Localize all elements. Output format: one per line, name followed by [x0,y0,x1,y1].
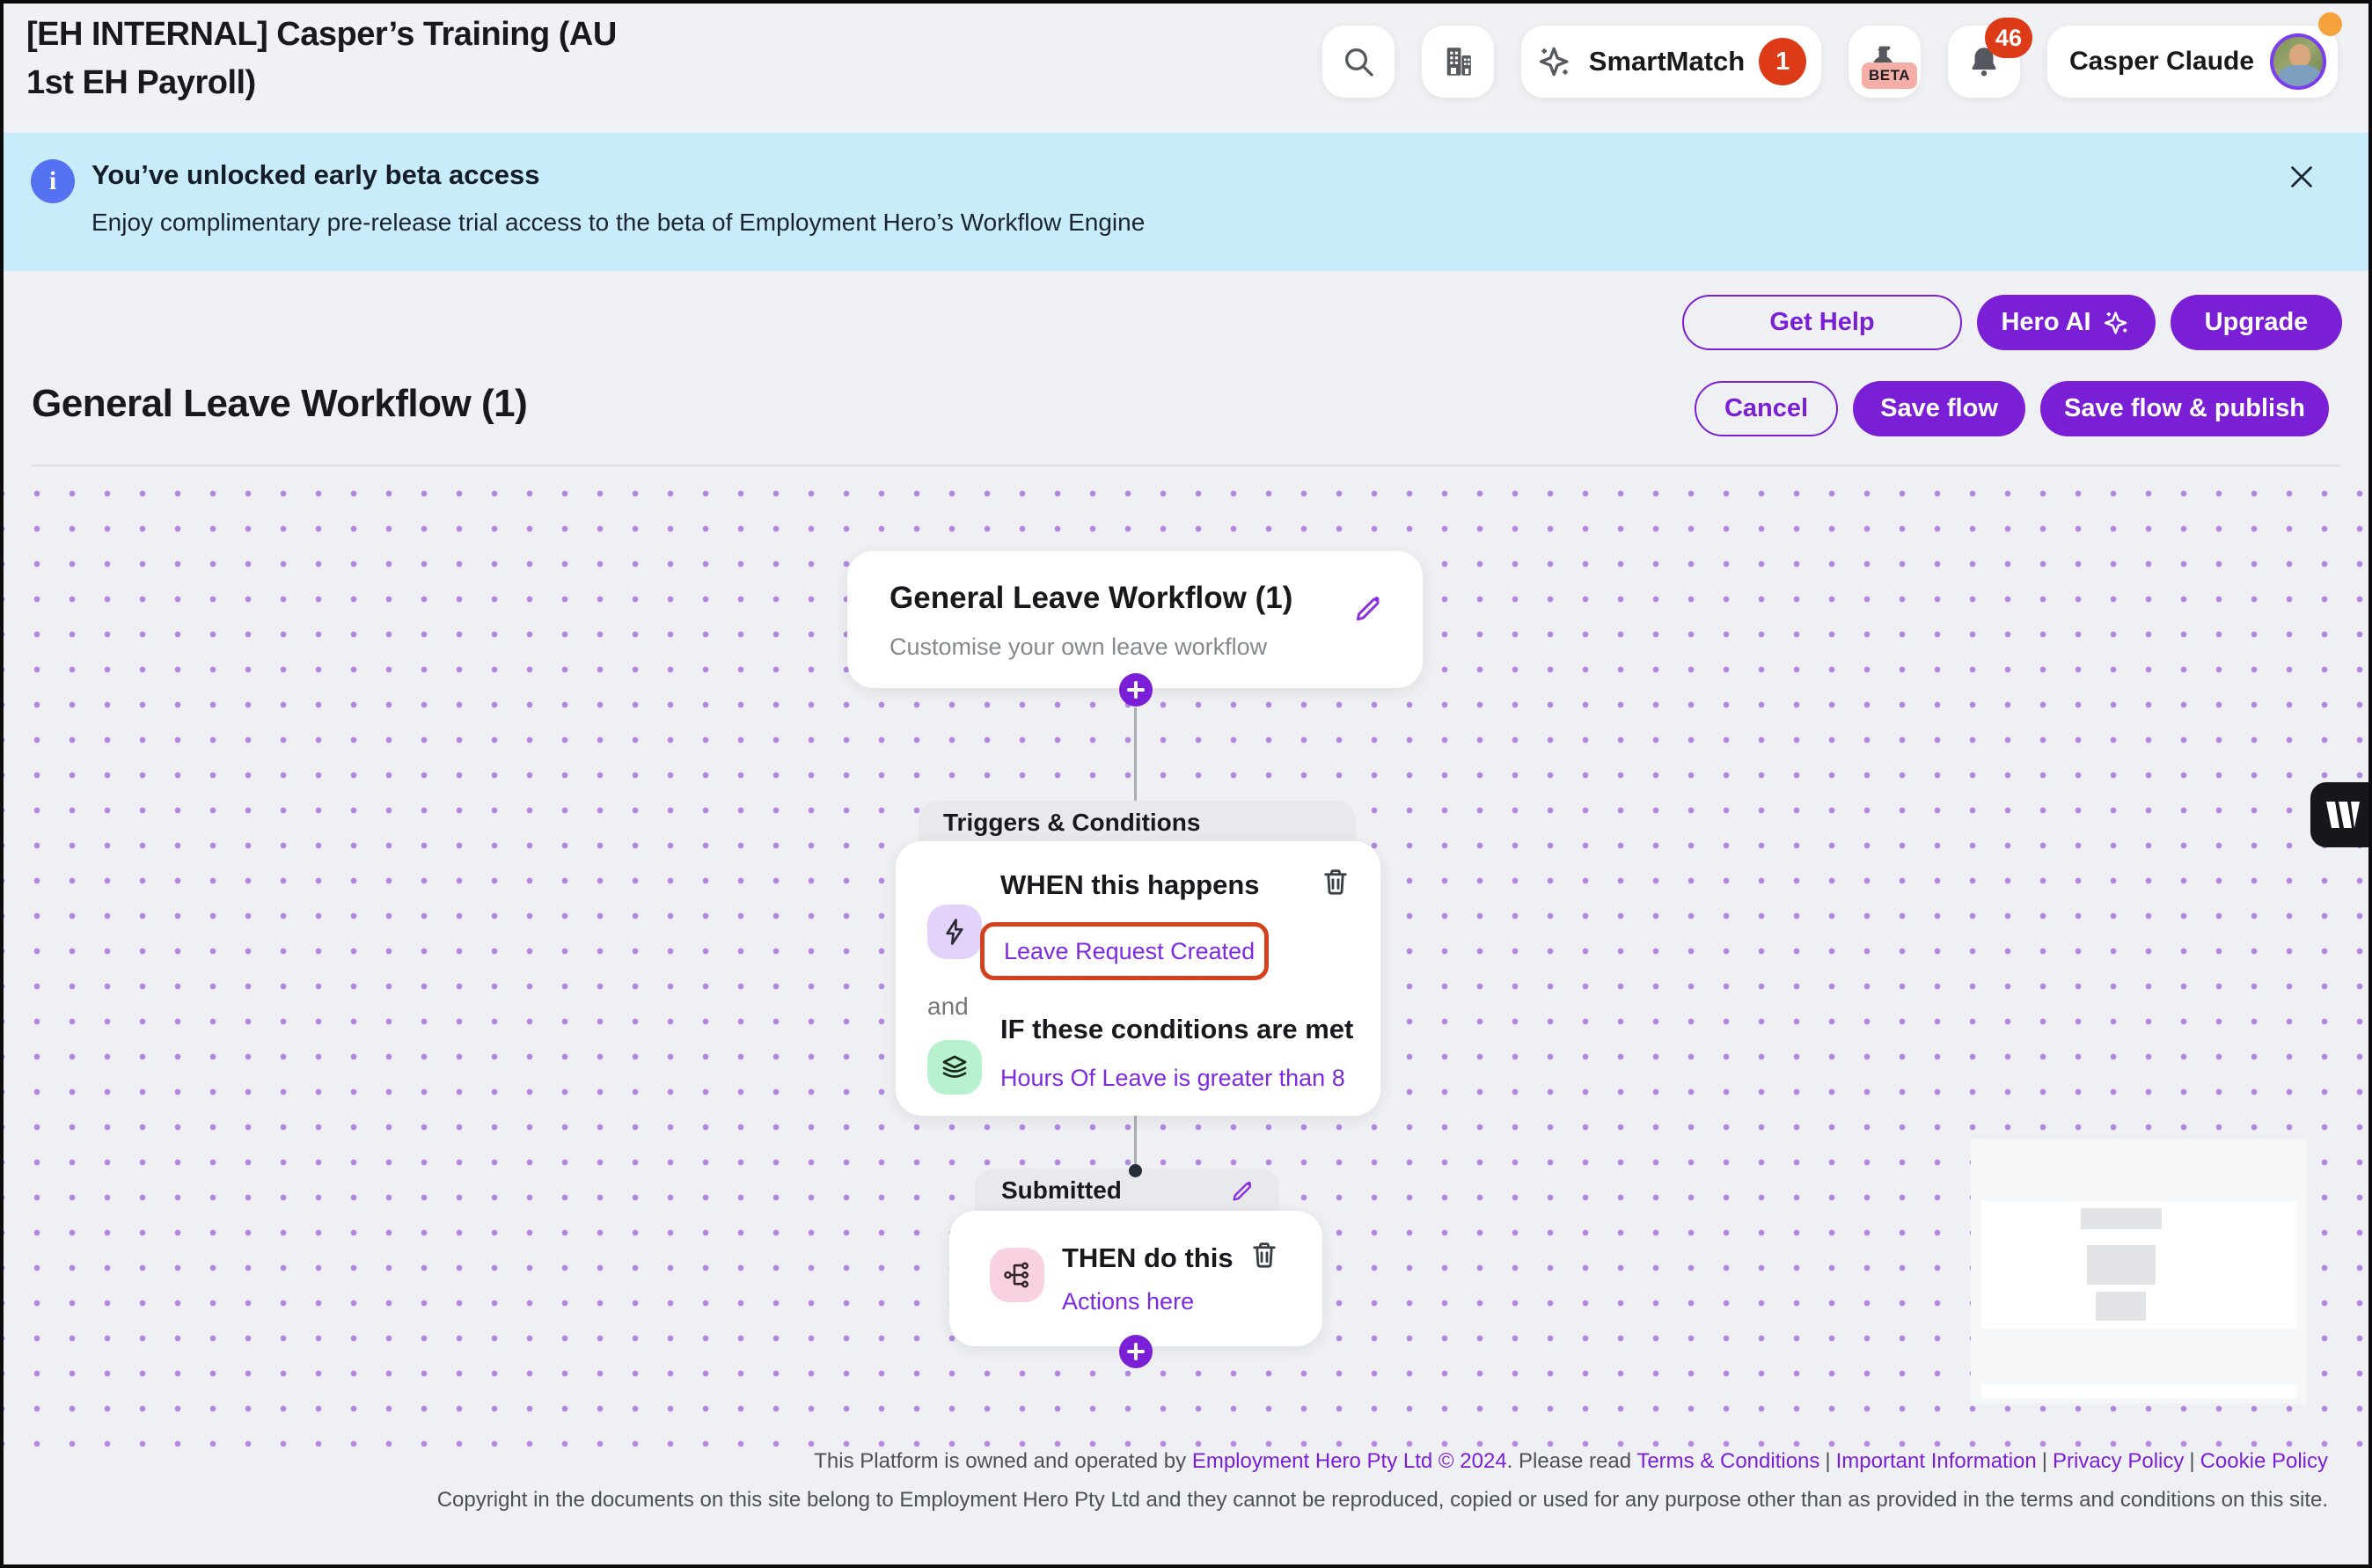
beta-labs-button[interactable]: BETA [1849,26,1921,98]
delete-action-trash-icon[interactable] [1248,1239,1280,1271]
save-flow-button[interactable]: Save flow [1853,381,2025,436]
status-dot [2318,12,2342,36]
cancel-button[interactable]: Cancel [1695,381,1838,436]
header-actions: SmartMatch 1 BETA 46 Casper Claude [1322,18,2338,98]
connector-line [1134,707,1137,802]
hero-ai-label: Hero AI [2001,308,2091,336]
stage-label: Submitted [1001,1176,1122,1204]
loading-widget [1971,1139,2307,1403]
skeleton-block [2087,1245,2156,1285]
connector-line [1134,1116,1137,1170]
workflow-card-title: General Leave Workflow (1) [890,581,1293,615]
actions-value[interactable]: Actions here [1062,1288,1194,1315]
when-label: WHEN this happens [1000,869,1260,900]
then-label: THEN do this [1062,1242,1234,1273]
organisation-button[interactable] [1422,26,1494,98]
lightning-icon [927,905,982,959]
triggers-conditions-label: Triggers & Conditions [943,809,1201,836]
building-icon [1439,43,1476,80]
condition-value[interactable]: Hours Of Leave is greater than 8 [1000,1065,1345,1092]
trigger-value: Leave Request Created [1004,937,1256,964]
beta-banner: i You’ve unlocked early beta access Enjo… [4,133,2368,271]
w-logo-icon [2324,800,2361,830]
edit-stage-pencil-icon[interactable] [1228,1177,1256,1205]
skeleton-strip [1981,1384,2296,1398]
banner-title: You’ve unlocked early beta access [92,159,540,190]
avatar [2270,33,2327,90]
hero-ai-button[interactable]: Hero AI [1977,295,2156,350]
smartmatch-button[interactable]: SmartMatch 1 [1521,26,1821,98]
workflow-card-subtitle: Customise your own leave workflow [890,634,1268,660]
save-flow-label: Save flow [1880,394,1998,422]
banner-subtitle: Enjoy complimentary pre-release trial ac… [92,209,1146,236]
add-step-button-bottom[interactable] [1119,1335,1153,1368]
user-name: Casper Claude [2068,47,2255,76]
search-button[interactable] [1322,26,1395,98]
beta-tag: BETA [1861,62,1917,89]
branch-icon [990,1248,1044,1302]
divider [32,465,2340,466]
skeleton-block [2096,1292,2146,1321]
smartmatch-label: SmartMatch [1588,46,1746,77]
top-header: [EH INTERNAL] Casper’s Training (AU 1st … [4,4,2368,133]
edit-workflow-pencil-icon[interactable] [1351,591,1386,626]
footer-separator: | [2041,1449,2047,1473]
important-info-link[interactable]: Important Information [1836,1449,2037,1473]
upgrade-label: Upgrade [2204,308,2309,336]
profile-button[interactable]: Casper Claude [2047,26,2338,98]
get-help-button[interactable]: Get Help [1682,295,1962,350]
save-flow-publish-label: Save flow & publish [2064,394,2305,422]
help-toolbar: Get Help Hero AI Upgrade [1682,295,2342,350]
page-title: General Leave Workflow (1) [32,382,528,425]
upgrade-button[interactable]: Upgrade [2171,295,2342,350]
company-link[interactable]: Employment Hero Pty Ltd © 2024 [1192,1449,1507,1473]
footer-separator: | [1825,1449,1831,1473]
if-conditions-label: IF these conditions are met [1000,1014,1354,1044]
add-step-button-top[interactable] [1119,673,1153,707]
footer-separator: | [2189,1449,2195,1473]
footer-text: This Platform is owned and operated by [814,1449,1192,1473]
save-flow-publish-button[interactable]: Save flow & publish [2040,381,2329,436]
info-icon: i [31,159,75,203]
workflow-header-card: General Leave Workflow (1) Customise you… [847,551,1423,688]
copyright-text: Copyright in the documents on this site … [436,1488,2328,1512]
save-toolbar: Cancel Save flow Save flow & publish [1695,381,2329,436]
connector-dot [1129,1164,1142,1177]
get-help-label: Get Help [1769,308,1875,336]
terms-link[interactable]: Terms & Conditions [1636,1449,1819,1473]
org-title: [EH INTERNAL] Casper’s Training (AU 1st … [26,16,617,102]
smartmatch-badge: 1 [1759,38,1807,85]
skeleton-block [2081,1208,2162,1229]
sparkle-icon [1536,42,1575,81]
search-icon [1341,44,1376,79]
sparkle-icon [2102,308,2132,338]
app-window: [EH INTERNAL] Casper’s Training (AU 1st … [0,0,2372,1568]
action-card: THEN do this Actions here [949,1211,1322,1346]
cookie-link[interactable]: Cookie Policy [2200,1449,2328,1473]
footer-text: . Please read [1506,1449,1637,1473]
footer: This Platform is owned and operated by E… [304,1451,2328,1511]
delete-trigger-trash-icon[interactable] [1320,866,1351,898]
notifications-button[interactable]: 46 [1948,18,2032,98]
and-label: and [927,993,969,1020]
w-logo-button[interactable] [2310,782,2368,847]
trigger-value-highlighted[interactable]: Leave Request Created [980,922,1269,980]
cancel-label: Cancel [1724,394,1809,422]
layers-icon [927,1040,982,1095]
trigger-card: WHEN this happens Leave Request Created … [896,841,1380,1116]
notification-count-badge: 46 [1985,18,2032,58]
privacy-link[interactable]: Privacy Policy [2053,1449,2184,1473]
close-icon[interactable] [2286,161,2321,196]
